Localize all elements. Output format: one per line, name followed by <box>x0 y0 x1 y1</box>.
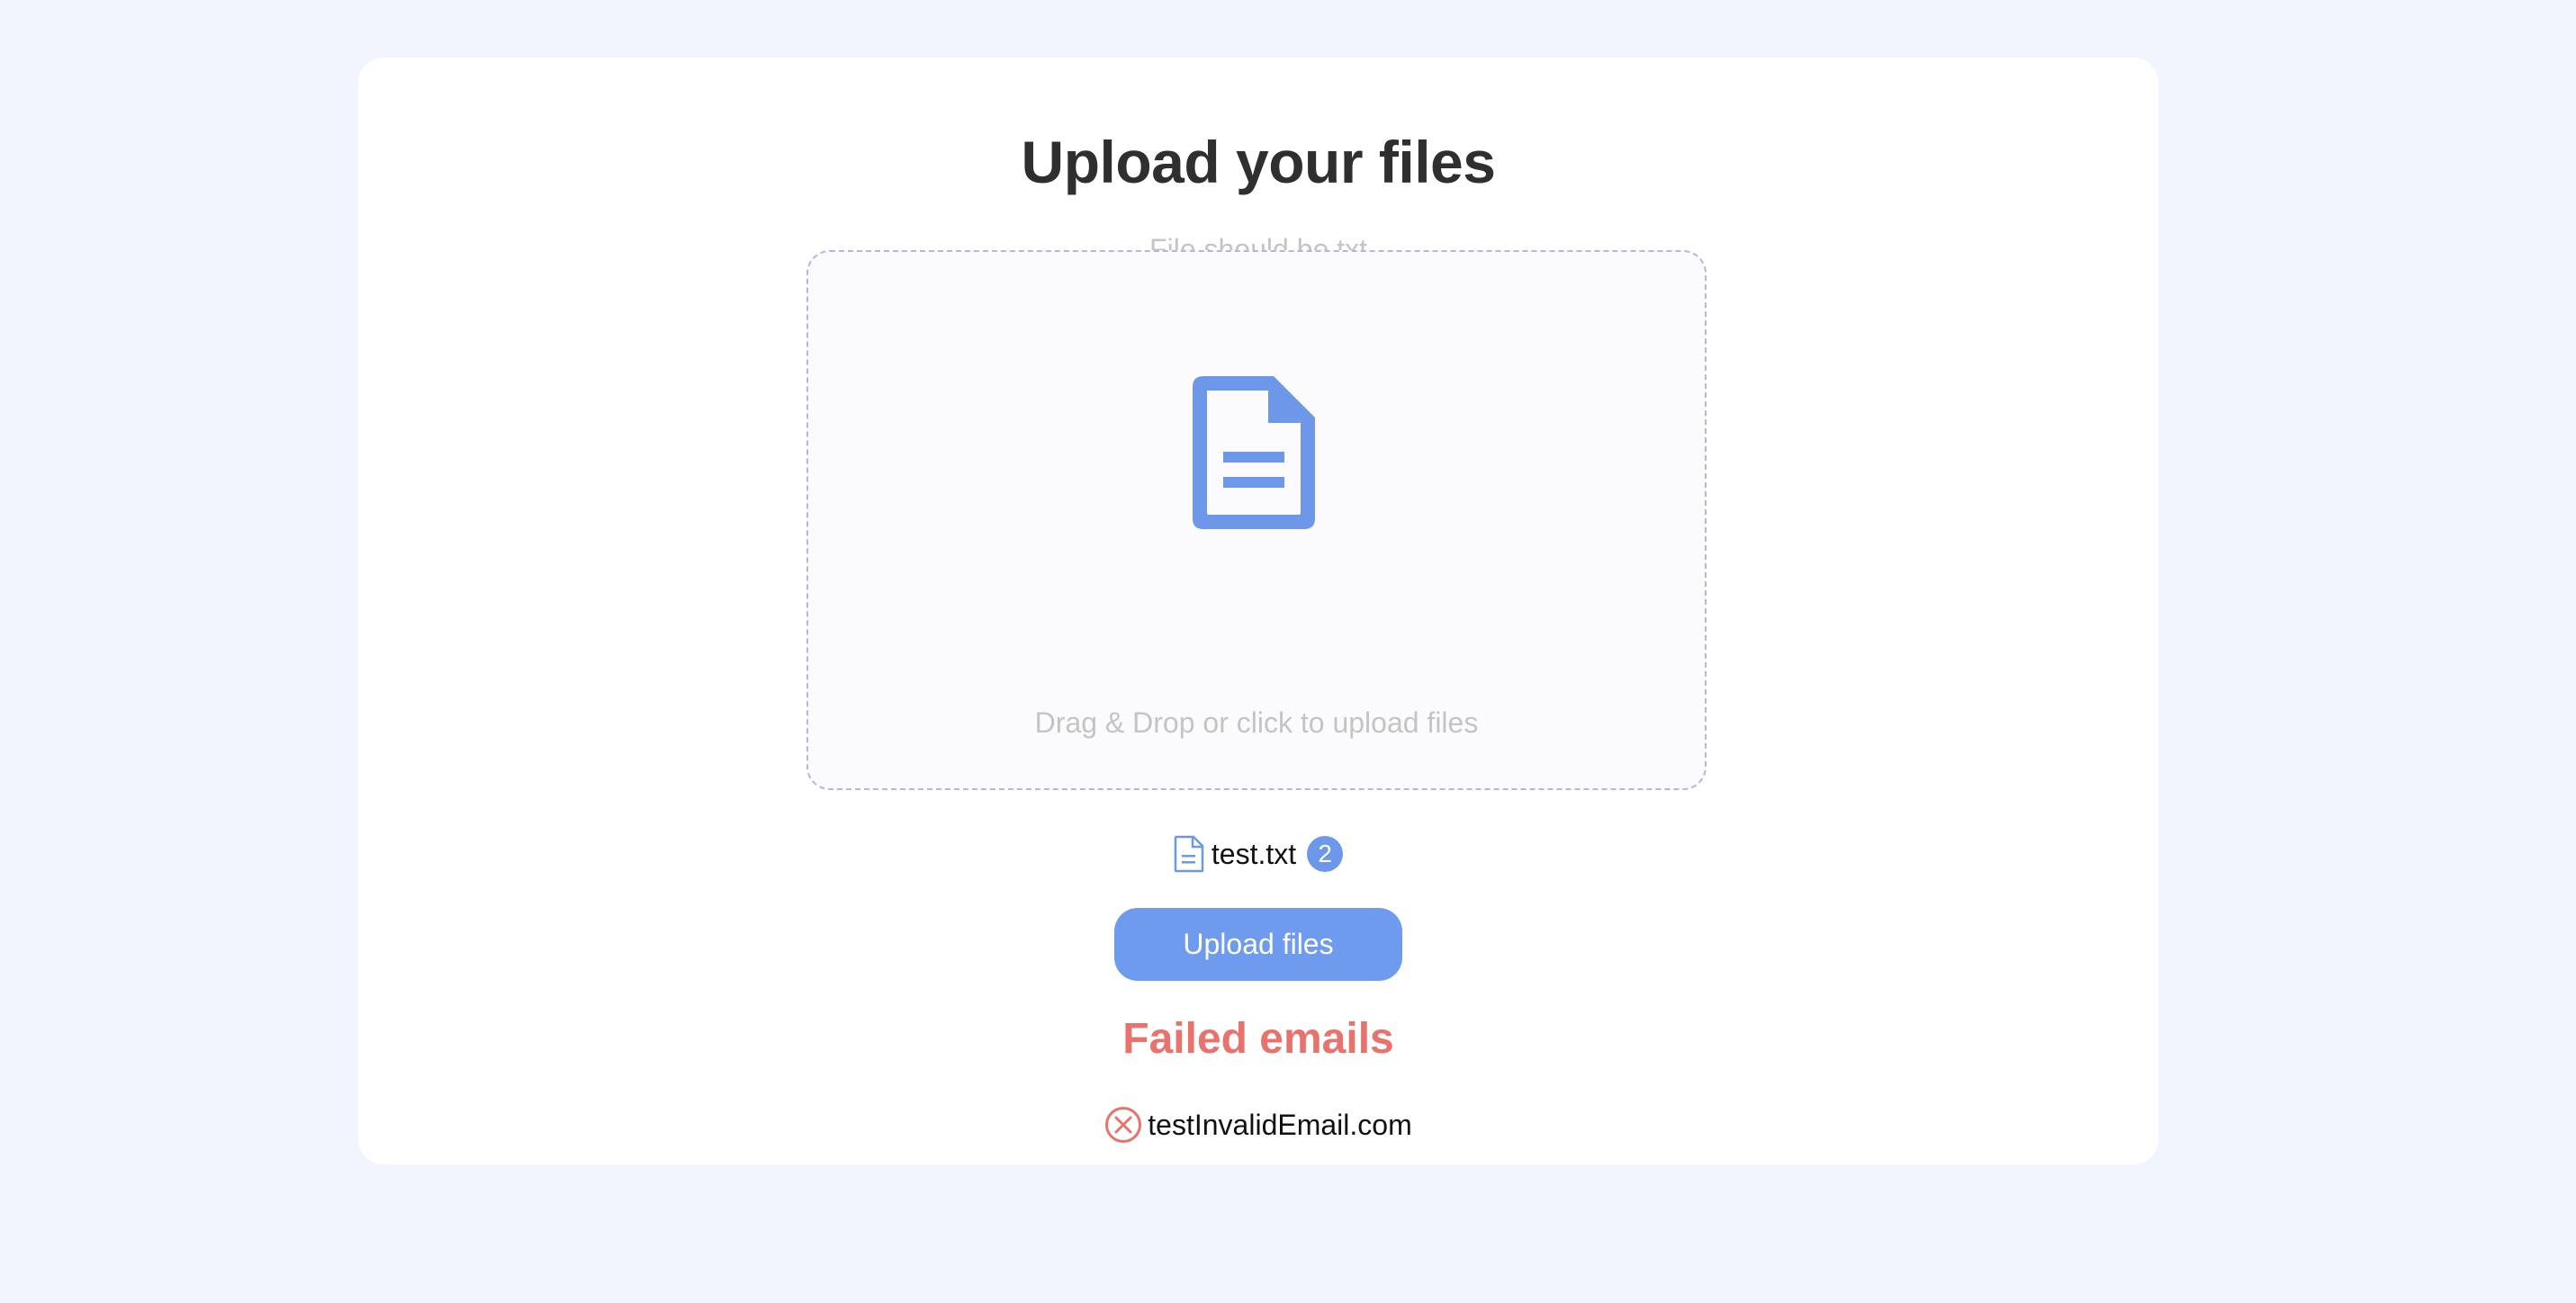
document-icon <box>1193 376 1315 529</box>
selected-file-item: test.txt 2 <box>358 831 2158 876</box>
upload-files-button[interactable]: Upload files <box>1114 908 1402 981</box>
file-count-badge: 2 <box>1307 836 1344 872</box>
error-circle-icon <box>1104 1106 1142 1144</box>
page-title: Upload your files <box>1021 129 1496 195</box>
failed-email-item: testInvalidEmail.com <box>358 1104 2158 1146</box>
file-dropzone[interactable]: Drag & Drop or click to upload files <box>806 250 1707 790</box>
dropzone-instructions: Drag & Drop or click to upload files <box>1034 706 1479 739</box>
failed-email-text: testInvalidEmail.com <box>1148 1108 1412 1141</box>
file-name: test.txt <box>1211 837 1297 870</box>
upload-card: Upload your files File should be txt Dra… <box>358 58 2158 1164</box>
failed-emails-heading: Failed emails <box>1122 1015 1394 1063</box>
file-icon <box>1174 835 1204 873</box>
